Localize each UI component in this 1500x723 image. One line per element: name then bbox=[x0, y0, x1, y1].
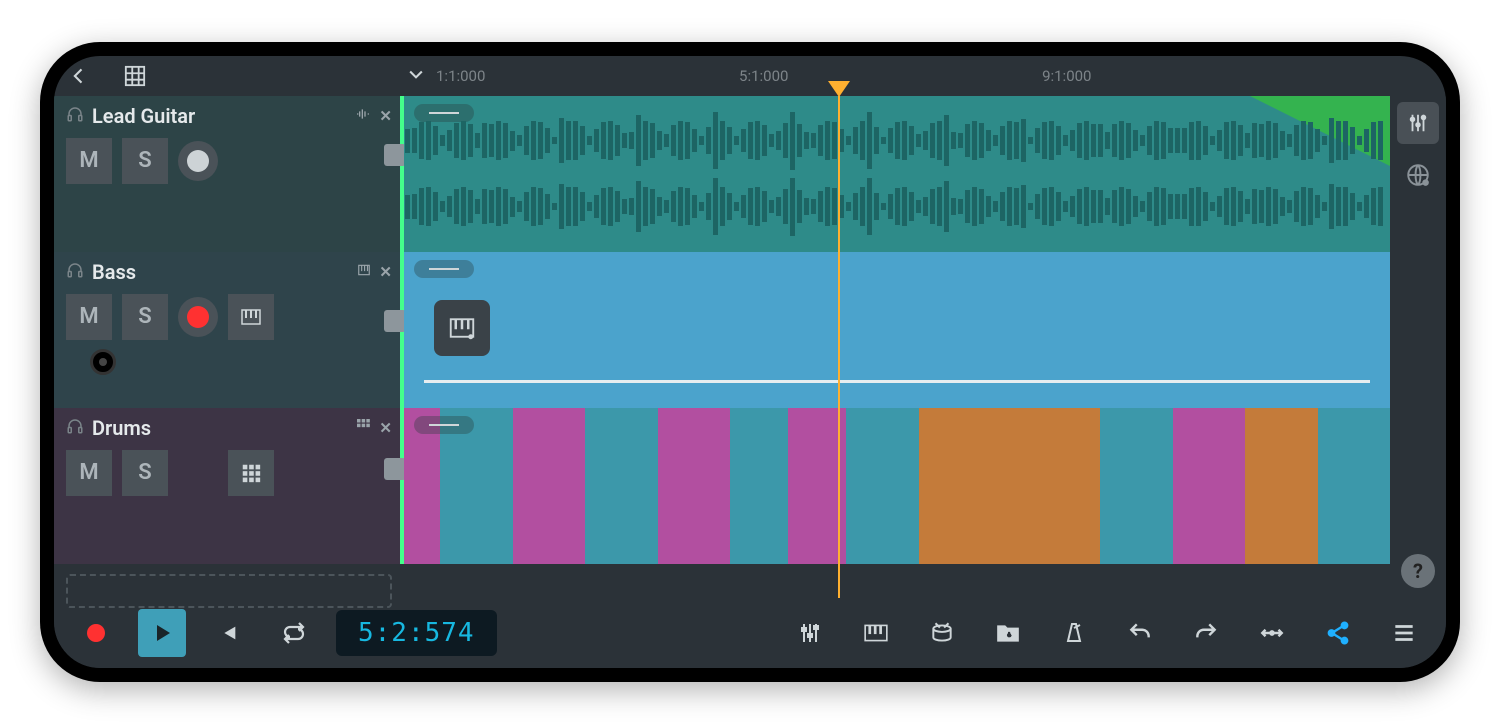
mute-button[interactable]: M bbox=[66, 450, 112, 496]
headphones-icon bbox=[66, 260, 84, 284]
headphones-icon bbox=[66, 416, 84, 440]
volume-fader[interactable] bbox=[384, 144, 406, 166]
share-button[interactable] bbox=[1314, 609, 1362, 657]
solo-button[interactable]: S bbox=[122, 450, 168, 496]
track-headers: Lead Guitar ✕ M S bbox=[54, 96, 404, 598]
ruler-mark: 1:1:000 bbox=[436, 67, 739, 85]
close-icon[interactable]: ✕ bbox=[379, 263, 392, 281]
menu-button[interactable] bbox=[1380, 609, 1428, 657]
drum-icon[interactable] bbox=[918, 609, 966, 657]
add-track-button[interactable] bbox=[66, 574, 392, 608]
clip-drums[interactable] bbox=[404, 408, 1390, 564]
phone-frame: 1:1:000 5:1:000 9:1:000 Lead Guitar bbox=[40, 42, 1460, 682]
clip-bass[interactable] bbox=[404, 252, 1390, 408]
playhead[interactable] bbox=[838, 96, 840, 598]
record-button[interactable] bbox=[72, 609, 120, 657]
solo-button[interactable]: S bbox=[122, 138, 168, 184]
rewind-button[interactable] bbox=[204, 609, 252, 657]
transport-bar: 5:2:574 bbox=[54, 598, 1446, 668]
track-header-lead-guitar[interactable]: Lead Guitar ✕ M S bbox=[54, 96, 404, 252]
collapse-button[interactable] bbox=[146, 64, 426, 88]
ruler-mark: 5:1:000 bbox=[739, 67, 1042, 85]
play-button[interactable] bbox=[138, 609, 186, 657]
ruler-mark: 9:1:000 bbox=[1042, 67, 1345, 85]
time-display[interactable]: 5:2:574 bbox=[336, 610, 497, 656]
loop-button[interactable] bbox=[270, 609, 318, 657]
pads-mini-icon[interactable] bbox=[357, 419, 371, 437]
redo-button[interactable] bbox=[1182, 609, 1230, 657]
headphones-icon bbox=[66, 104, 84, 128]
app-screen: 1:1:000 5:1:000 9:1:000 Lead Guitar bbox=[54, 56, 1446, 668]
waveform bbox=[404, 182, 1390, 232]
volume-fader[interactable] bbox=[384, 458, 406, 480]
piano-mini-icon[interactable] bbox=[357, 263, 371, 281]
keyboard-button[interactable] bbox=[228, 294, 274, 340]
clip-handle[interactable] bbox=[414, 260, 474, 278]
track-header-bass[interactable]: Bass ✕ M S bbox=[54, 252, 404, 408]
arm-record-button[interactable] bbox=[178, 297, 218, 337]
track-name: Drums bbox=[92, 416, 151, 440]
library-icon[interactable] bbox=[984, 609, 1032, 657]
mute-button[interactable]: M bbox=[66, 294, 112, 340]
arrangement-blank bbox=[404, 564, 1390, 598]
clip-handle[interactable] bbox=[414, 416, 474, 434]
midi-notes-line bbox=[424, 380, 1370, 383]
close-icon[interactable]: ✕ bbox=[379, 107, 392, 125]
fit-width-icon[interactable] bbox=[1248, 609, 1296, 657]
pads-button[interactable] bbox=[228, 450, 274, 496]
grid-icon[interactable] bbox=[124, 65, 146, 87]
track-name: Lead Guitar bbox=[92, 104, 195, 128]
solo-button[interactable]: S bbox=[122, 294, 168, 340]
arrangement-area[interactable] bbox=[404, 96, 1390, 598]
back-button[interactable] bbox=[64, 61, 94, 91]
timeline-ruler[interactable]: 1:1:000 5:1:000 9:1:000 bbox=[436, 67, 1436, 85]
undo-button[interactable] bbox=[1116, 609, 1164, 657]
track-name: Bass bbox=[92, 260, 136, 284]
workspace: Lead Guitar ✕ M S bbox=[54, 96, 1446, 598]
camera-notch bbox=[90, 349, 116, 375]
top-bar: 1:1:000 5:1:000 9:1:000 bbox=[54, 56, 1446, 96]
waveform-icon[interactable] bbox=[355, 106, 371, 126]
close-icon[interactable]: ✕ bbox=[379, 419, 392, 437]
mute-button[interactable]: M bbox=[66, 138, 112, 184]
midi-editor-icon[interactable] bbox=[434, 300, 490, 356]
volume-fader[interactable] bbox=[384, 310, 406, 332]
track-header-drums[interactable]: Drums ✕ M S bbox=[54, 408, 404, 564]
mixer-button[interactable] bbox=[1397, 102, 1439, 144]
clip-lead-guitar[interactable] bbox=[404, 96, 1390, 252]
waveform bbox=[404, 116, 1390, 166]
sliders-icon[interactable] bbox=[786, 609, 834, 657]
right-tool-column: ? bbox=[1390, 96, 1446, 598]
metronome-icon[interactable] bbox=[1050, 609, 1098, 657]
keyboard-icon[interactable] bbox=[852, 609, 900, 657]
help-button[interactable]: ? bbox=[1401, 554, 1435, 588]
globe-button[interactable] bbox=[1397, 154, 1439, 196]
arm-record-button[interactable] bbox=[178, 141, 218, 181]
